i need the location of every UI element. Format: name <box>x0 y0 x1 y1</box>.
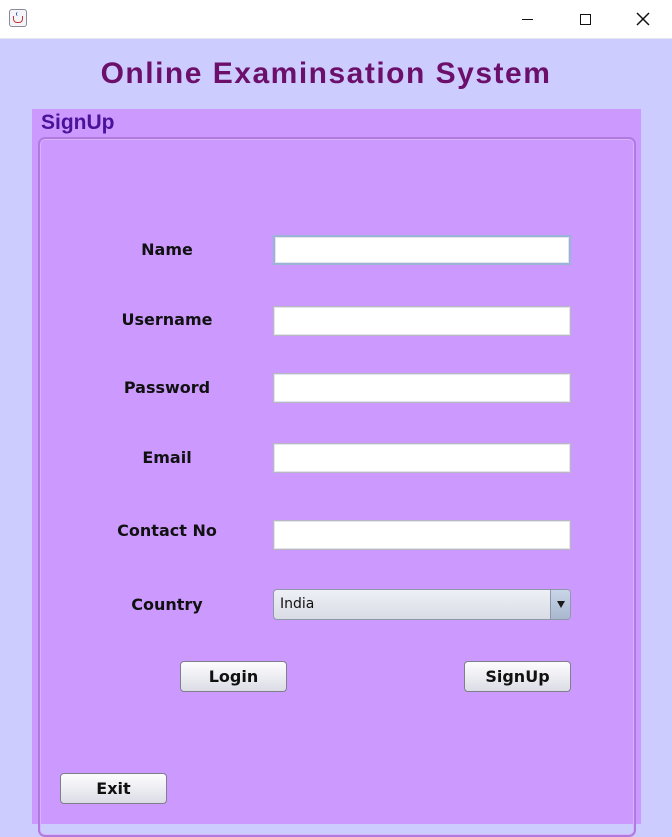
chevron-down-icon[interactable] <box>550 590 570 619</box>
email-label: Email <box>142 448 192 467</box>
maximize-button[interactable] <box>556 0 614 38</box>
email-input[interactable] <box>273 443 571 473</box>
country-label: Country <box>131 595 203 614</box>
signup-button[interactable]: SignUp <box>464 661 571 692</box>
close-button[interactable] <box>614 0 672 38</box>
window-titlebar <box>0 0 672 39</box>
login-button[interactable]: Login <box>180 661 287 692</box>
password-input[interactable] <box>273 373 571 403</box>
country-selected-value: India <box>280 596 315 612</box>
app-title: Online Examinsation System <box>100 57 552 90</box>
password-label: Password <box>123 378 211 397</box>
country-select[interactable]: India <box>273 589 571 620</box>
username-label: Username <box>121 310 213 329</box>
contact-no-label: Contact No <box>117 521 217 540</box>
minimize-button[interactable] <box>498 0 556 38</box>
name-label: Name <box>141 240 193 259</box>
username-input[interactable] <box>273 306 571 336</box>
exit-button[interactable]: Exit <box>60 773 167 804</box>
maximize-icon <box>579 13 591 25</box>
name-input[interactable] <box>273 235 571 265</box>
minimize-icon <box>521 18 533 20</box>
java-cup-icon[interactable] <box>9 9 27 27</box>
panel-title: SignUp <box>41 111 115 134</box>
contact-no-input[interactable] <box>273 520 571 550</box>
close-icon <box>636 12 650 26</box>
